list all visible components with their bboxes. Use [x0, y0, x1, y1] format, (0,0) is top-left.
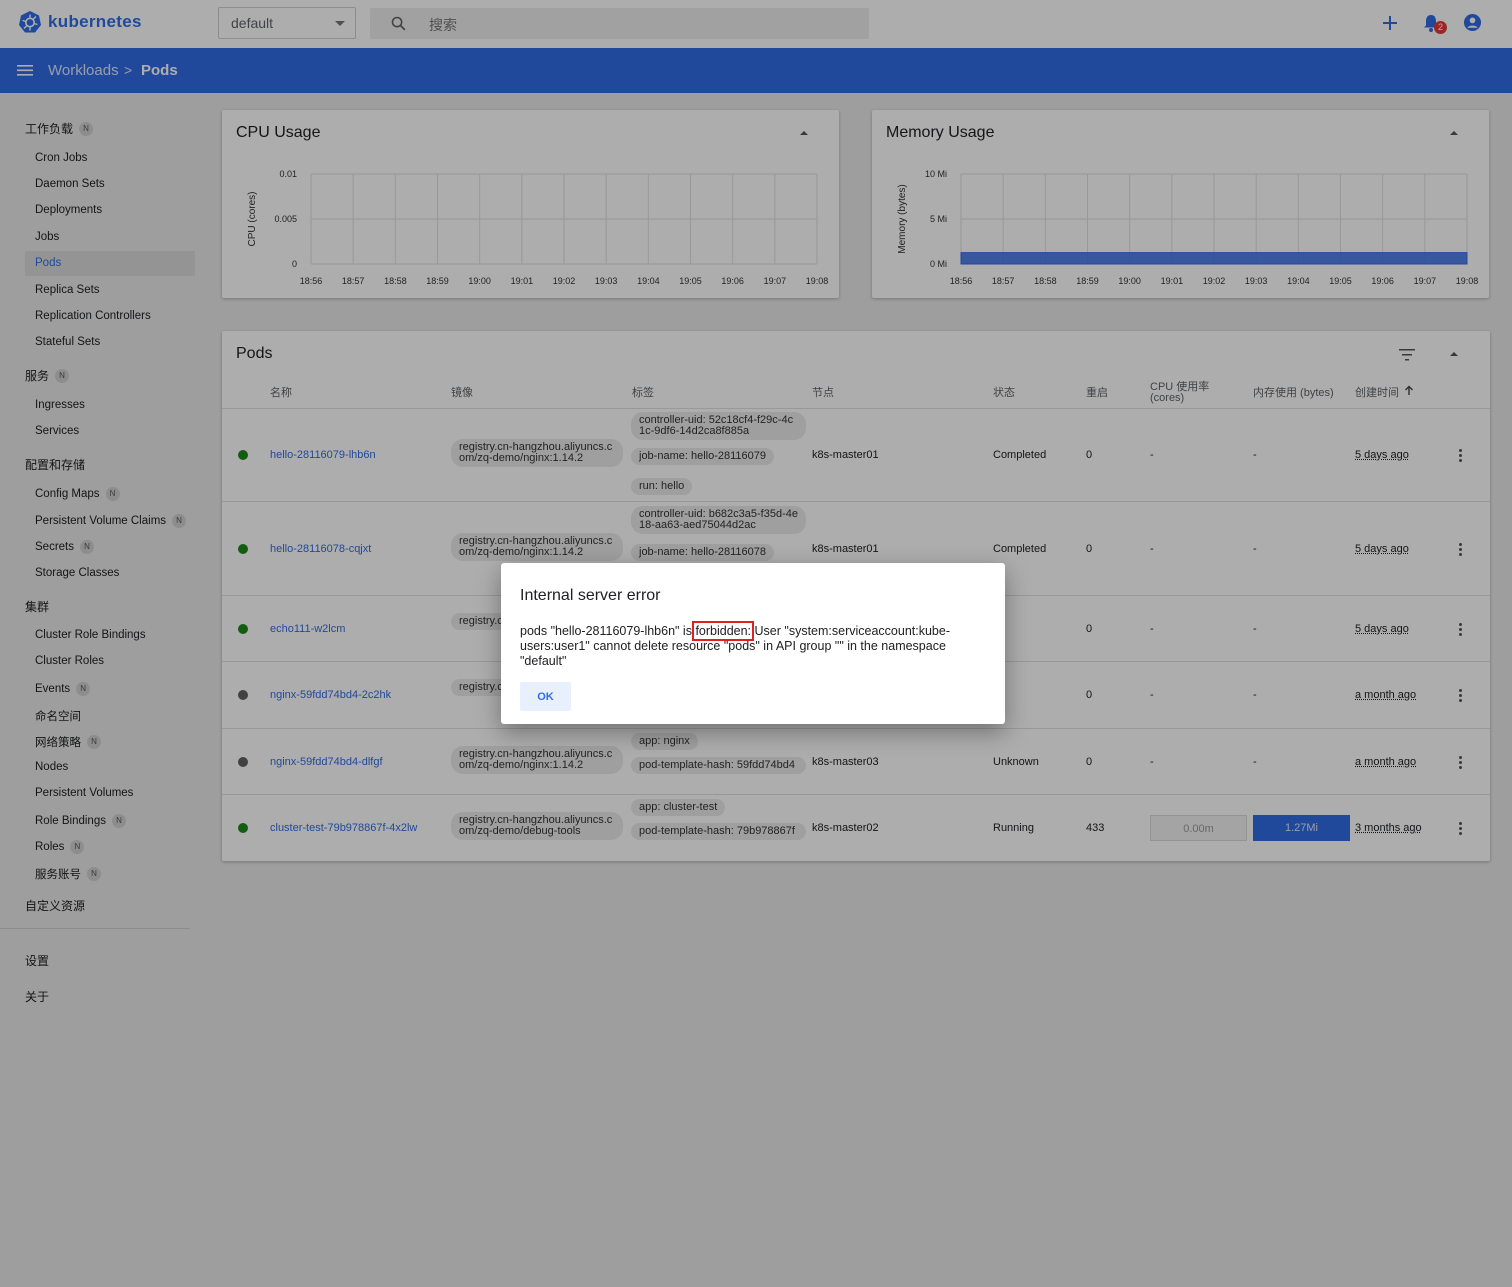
ok-button[interactable]: OK	[520, 682, 571, 711]
error-dialog: Internal server error pods "hello-281160…	[501, 563, 1005, 724]
dialog-title: Internal server error	[520, 587, 661, 604]
dialog-message-highlight: forbidden:	[692, 621, 755, 641]
dialog-message-start: pods "hello-28116079-lhb6n" is	[520, 624, 696, 638]
dialog-message: pods "hello-28116079-lhb6n" is forbidden…	[520, 621, 980, 669]
